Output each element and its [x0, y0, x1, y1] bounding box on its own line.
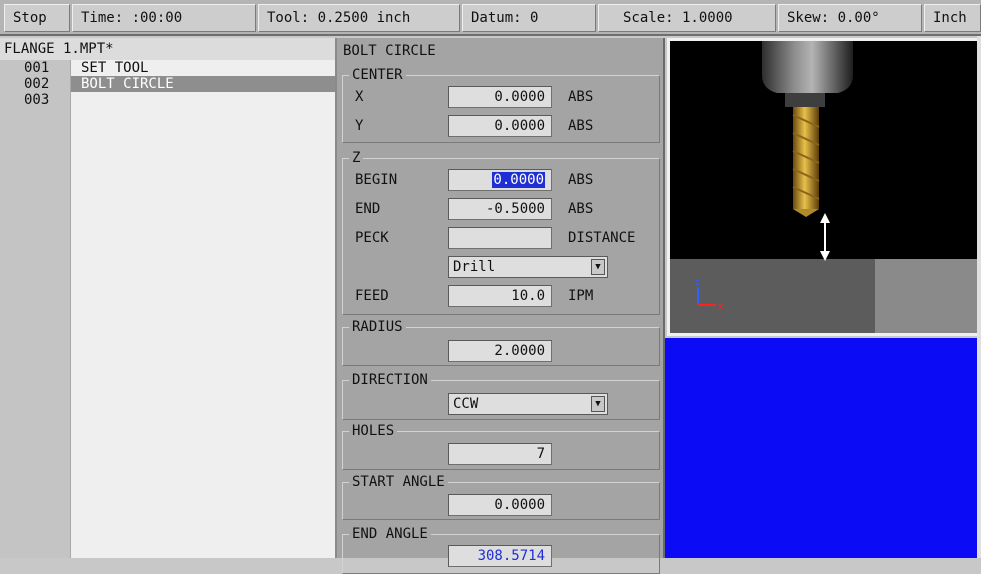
center-x-unit: ABS: [568, 89, 594, 105]
depth-arrow: [820, 213, 830, 261]
line-number[interactable]: 002: [0, 76, 70, 92]
program-line-set-tool[interactable]: SET TOOL: [71, 60, 335, 76]
axis-z-label: z: [695, 278, 700, 288]
axis-x-label: x: [718, 302, 724, 312]
z-peck-unit: DISTANCE: [568, 230, 636, 246]
z-begin-input[interactable]: 0.0000: [448, 169, 552, 191]
direction-group: DIRECTION CCW ▼: [342, 371, 660, 420]
units-toggle[interactable]: Inch: [924, 4, 981, 32]
drill-mode-select[interactable]: Drill ▼: [448, 256, 608, 278]
center-group: CENTER X 0.0000 ABS Y 0.0000 ABS: [342, 66, 660, 143]
program-panel: FLANGE 1.MPT* 001 002 003 SET TOOL BOLT …: [0, 38, 337, 558]
z-end-input[interactable]: -0.5000: [448, 198, 552, 220]
tool-holder: [762, 41, 853, 93]
feed-unit: IPM: [568, 288, 594, 304]
z-peck-input[interactable]: [448, 227, 552, 249]
selected-text: 0.0000: [492, 172, 545, 188]
drill-mode-value: Drill: [453, 259, 496, 275]
status-bar: Stop Time: :00:00 Tool: 0.2500 inch Datu…: [0, 0, 981, 36]
secondary-viewport[interactable]: [665, 338, 981, 558]
program-line-empty[interactable]: [71, 92, 335, 108]
parameter-panel: BOLT CIRCLE CENTER X 0.0000 ABS Y 0.0000…: [337, 38, 665, 574]
holes-input[interactable]: 7: [448, 443, 552, 465]
feed-label: FEED: [355, 288, 389, 304]
radius-group: RADIUS 2.0000: [342, 318, 660, 366]
line-number[interactable]: 003: [0, 92, 70, 108]
line-number[interactable]: 001: [0, 60, 70, 76]
chevron-down-icon[interactable]: ▼: [591, 259, 605, 275]
holes-legend: HOLES: [349, 422, 398, 440]
tool-readout[interactable]: Tool: 0.2500 inch: [258, 4, 460, 32]
direction-value: CCW: [453, 396, 479, 412]
peck-label: PECK: [355, 230, 389, 246]
end-angle-group: END ANGLE 308.5714: [342, 525, 660, 574]
skew-readout[interactable]: Skew: 0.00°: [778, 4, 922, 32]
operation-title: BOLT CIRCLE: [343, 43, 436, 59]
holes-group: HOLES 7: [342, 422, 660, 470]
start-angle-input[interactable]: 0.0000: [448, 494, 552, 516]
stop-button[interactable]: Stop: [4, 4, 70, 32]
center-x-input[interactable]: 0.0000: [448, 86, 552, 108]
z-begin-unit: ABS: [568, 172, 594, 188]
chevron-down-icon[interactable]: ▼: [591, 396, 605, 412]
z-end-unit: ABS: [568, 201, 594, 217]
datum-readout[interactable]: Datum: 0: [462, 4, 596, 32]
end-angle-input[interactable]: 308.5714: [448, 545, 552, 567]
center-y-input[interactable]: 0.0000: [448, 115, 552, 137]
line-number-column: 001 002 003: [0, 60, 71, 558]
begin-label: BEGIN: [355, 172, 398, 188]
start-angle-group: START ANGLE 0.0000: [342, 473, 660, 520]
tool-collet: [785, 93, 825, 107]
end-label: END: [355, 201, 381, 217]
radius-input[interactable]: 2.0000: [448, 340, 552, 362]
start-angle-legend: START ANGLE: [349, 473, 448, 491]
program-line-bolt-circle[interactable]: BOLT CIRCLE: [71, 76, 335, 92]
feed-input[interactable]: 10.0: [448, 285, 552, 307]
scale-readout[interactable]: Scale: 1.0000: [598, 4, 776, 32]
program-lines[interactable]: SET TOOL BOLT CIRCLE: [71, 60, 335, 558]
end-angle-legend: END ANGLE: [349, 525, 431, 543]
drill-tip: [793, 209, 819, 217]
direction-select[interactable]: CCW ▼: [448, 393, 608, 415]
window-edge: [977, 36, 981, 558]
radius-legend: RADIUS: [349, 318, 406, 336]
z-group: Z BEGIN 0.0000 ABS END -0.5000 ABS PECK …: [342, 149, 660, 315]
z-legend: Z: [349, 149, 364, 167]
center-legend: CENTER: [349, 66, 406, 84]
x-label: X: [355, 89, 364, 105]
direction-legend: DIRECTION: [349, 371, 431, 389]
program-title: FLANGE 1.MPT*: [4, 41, 114, 57]
workpiece-face: [875, 259, 981, 333]
tool-viewport[interactable]: z x: [667, 38, 981, 336]
time-readout: Time: :00:00: [72, 4, 256, 32]
tool-scene: z x: [670, 41, 981, 333]
center-y-unit: ABS: [568, 118, 594, 134]
y-label: Y: [355, 118, 364, 134]
